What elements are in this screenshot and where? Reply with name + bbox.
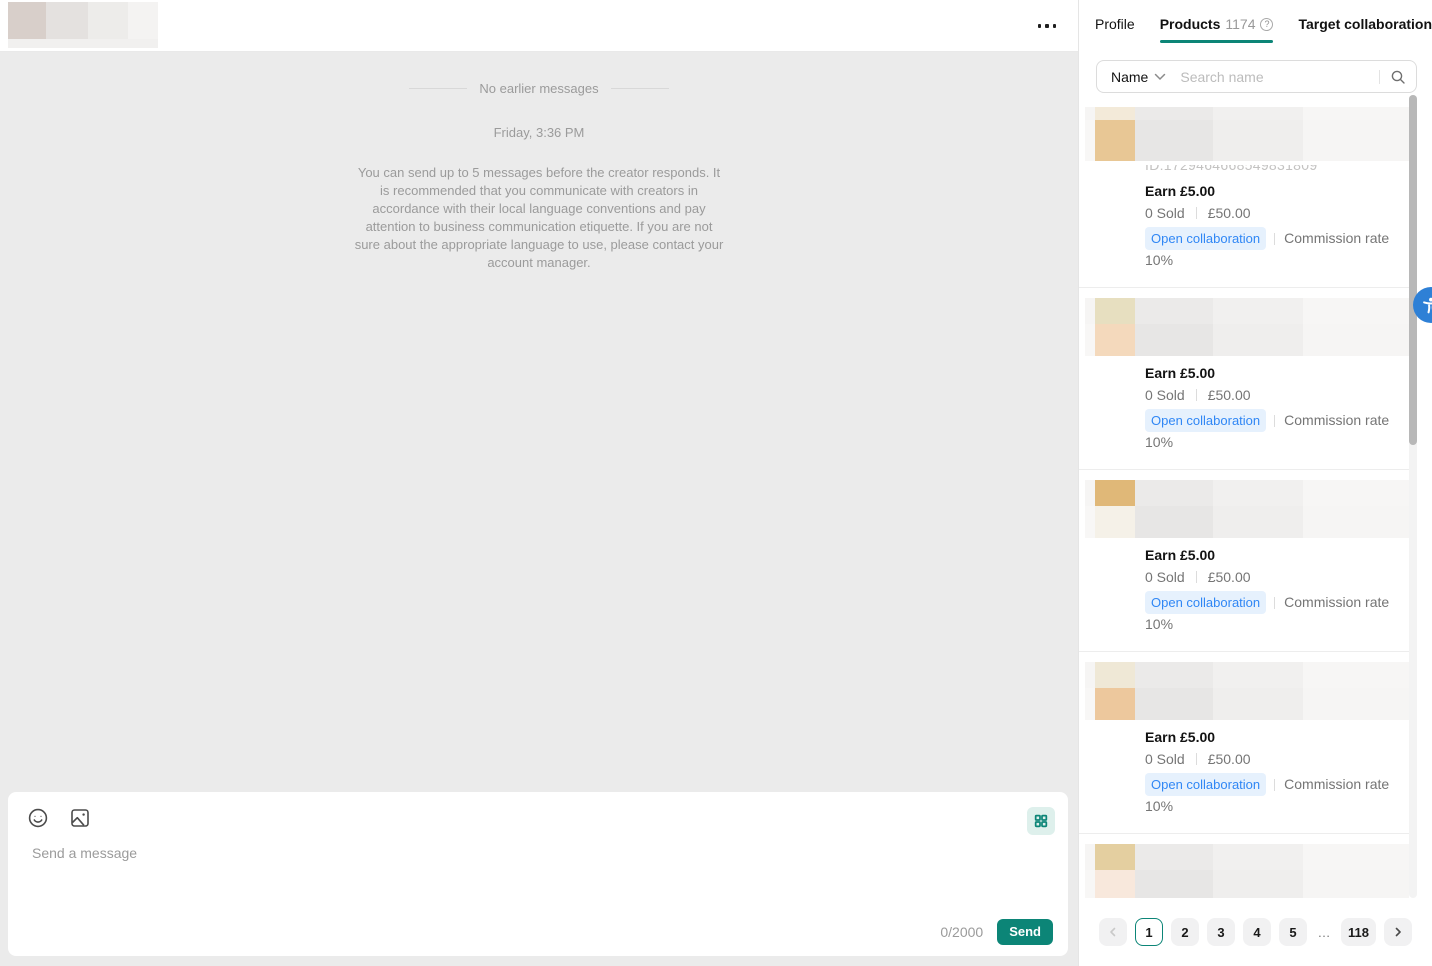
chevron-down-icon[interactable] — [1154, 73, 1166, 81]
product-earn: Earn £5.00 — [1145, 547, 1216, 563]
product-card[interactable]: Earn £5.00 0 Sold £50.00 Open collaborat… — [1079, 470, 1409, 652]
product-earn: Earn £5.00 — [1145, 729, 1216, 745]
product-thumbnail-redacted — [1085, 662, 1409, 720]
product-earn: Earn £5.00 — [1145, 183, 1216, 199]
peer-name-redacted — [8, 2, 158, 48]
char-counter: 0/2000 — [940, 924, 984, 940]
image-upload-button[interactable] — [69, 807, 91, 829]
scrollbar-track — [1409, 95, 1417, 898]
no-earlier-messages-divider: No earlier messages — [0, 81, 1078, 96]
tab-profile-label: Profile — [1095, 16, 1135, 32]
open-collaboration-badge: Open collaboration — [1145, 227, 1267, 250]
image-icon — [71, 809, 89, 827]
chevron-right-icon — [1395, 927, 1401, 937]
open-collaboration-badge: Open collaboration — [1145, 773, 1267, 796]
product-price: £50.00 — [1207, 205, 1251, 221]
page-button[interactable]: 5 — [1279, 918, 1307, 946]
product-sold: 0 Sold — [1145, 205, 1185, 221]
pagination-ellipsis: … — [1317, 924, 1331, 940]
no-earlier-messages-label: No earlier messages — [479, 81, 599, 96]
more-options-icon — [1037, 24, 1057, 28]
chat-timestamp: Friday, 3:36 PM — [493, 125, 585, 140]
send-button[interactable]: Send — [997, 919, 1053, 945]
page-button[interactable]: 3 — [1207, 918, 1235, 946]
pagination: 1 2 3 4 5 … 118 — [1079, 898, 1432, 966]
product-sold: 0 Sold — [1145, 751, 1185, 767]
product-thumbnail-redacted — [1085, 844, 1409, 898]
tab-products-count: 1174 — [1225, 16, 1256, 32]
product-card[interactable]: ID:1729464668549831809 Earn £5.00 0 Sold… — [1079, 95, 1409, 288]
chat-header — [0, 0, 1078, 52]
product-id-clipped: ID:1729464668549831809 — [1145, 165, 1318, 173]
product-search-bar: Name Search name — [1096, 60, 1417, 93]
chevron-left-icon — [1110, 927, 1116, 937]
product-price: £50.00 — [1207, 569, 1251, 585]
page-button[interactable]: 1 — [1135, 918, 1163, 946]
tab-products-label: Products — [1159, 16, 1221, 32]
product-list: ID:1729464668549831809 Earn £5.00 0 Sold… — [1079, 95, 1409, 898]
message-composer: Send a message 0/2000 Send — [8, 792, 1068, 956]
product-thumbnail-redacted — [1085, 480, 1409, 538]
emoji-button[interactable] — [27, 807, 49, 829]
product-card[interactable]: Earn £5.00 0 Sold £50.00 Open collaborat… — [1079, 288, 1409, 470]
page-button[interactable]: 118 — [1341, 918, 1376, 946]
panel-tabs: Profile Products 1174 ? Target collabora… — [1079, 0, 1432, 43]
search-icon[interactable] — [1390, 69, 1406, 85]
product-thumbnail-redacted — [1085, 107, 1409, 165]
tab-products[interactable]: Products 1174 ? — [1159, 16, 1274, 43]
prev-page-button[interactable] — [1099, 918, 1127, 946]
more-options-button[interactable] — [1036, 18, 1058, 34]
tab-target-label: Target collaborations — [1298, 16, 1432, 32]
search-filter-dropdown[interactable]: Name — [1111, 69, 1148, 85]
tab-profile[interactable]: Profile — [1095, 16, 1135, 43]
product-price: £50.00 — [1207, 387, 1251, 403]
chat-panel: No earlier messages Friday, 3:36 PM You … — [0, 0, 1078, 966]
product-showcase-button[interactable] — [1027, 807, 1055, 835]
accessibility-icon — [1423, 297, 1432, 314]
creator-details-panel: Profile Products 1174 ? Target collabora… — [1078, 0, 1432, 966]
system-message: You can send up to 5 messages before the… — [354, 165, 724, 270]
open-collaboration-badge: Open collaboration — [1145, 591, 1267, 614]
open-collaboration-badge: Open collaboration — [1145, 409, 1267, 432]
message-input[interactable]: Send a message — [32, 845, 938, 865]
search-divider — [1379, 69, 1380, 84]
page-button[interactable]: 2 — [1171, 918, 1199, 946]
product-earn: Earn £5.00 — [1145, 365, 1216, 381]
tab-target-collaborations[interactable]: Target collaborations 0 ? — [1298, 16, 1432, 43]
product-price: £50.00 — [1207, 751, 1251, 767]
search-input[interactable]: Search name — [1180, 69, 1379, 85]
product-card[interactable]: Earn £5.00 0 Sold £50.00 Open collaborat… — [1079, 834, 1409, 898]
product-card[interactable]: Earn £5.00 0 Sold £50.00 Open collaborat… — [1079, 652, 1409, 834]
emoji-icon — [28, 808, 48, 828]
product-sold: 0 Sold — [1145, 387, 1185, 403]
question-icon[interactable]: ? — [1260, 17, 1274, 31]
apps-grid-icon — [1034, 814, 1048, 828]
scrollbar-thumb[interactable] — [1409, 95, 1417, 445]
next-page-button[interactable] — [1383, 918, 1412, 946]
page-button[interactable]: 4 — [1243, 918, 1271, 946]
product-sold: 0 Sold — [1145, 569, 1185, 585]
product-thumbnail-redacted — [1085, 298, 1409, 356]
